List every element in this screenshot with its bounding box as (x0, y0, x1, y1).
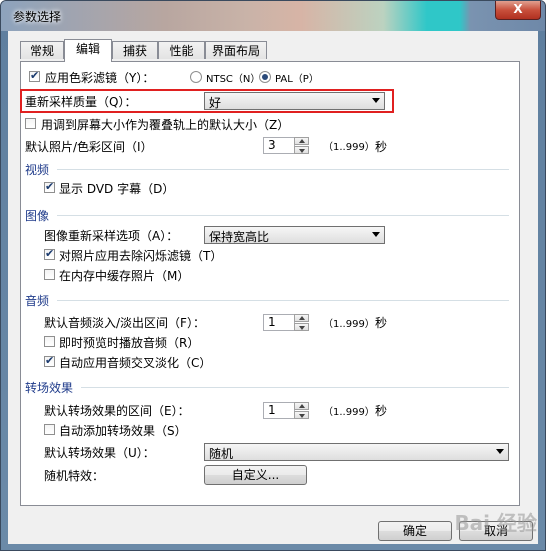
cache-photos-label: 在内存中缓存照片（M） (59, 269, 190, 283)
ntsc-radio[interactable] (190, 71, 202, 83)
resample-quality-label: 重新采样质量（Q）： (25, 95, 137, 109)
resample-quality-select[interactable]: 好 (204, 92, 385, 110)
dvd-subtitle-checkbox[interactable] (44, 180, 55, 193)
color-filter-checkbox[interactable] (29, 69, 40, 82)
spin-down-icon[interactable] (294, 323, 309, 331)
deflicker-label: 对照片应用去除闪烁滤镜（T） (59, 249, 223, 263)
preferences-dialog: 参数选择 X 常规 编辑 捕获 性能 界面布局 应用色彩滤镜（Y）： NTSC（… (0, 0, 546, 551)
transition-duration-input[interactable]: 1 (263, 402, 295, 419)
chevron-down-icon (372, 232, 380, 237)
close-button[interactable]: X (495, 1, 541, 20)
default-transition-label: 默认转场效果（U）： (44, 446, 155, 460)
fit-overlay-label: 用调到屏幕大小作为覆叠轨上的默认大小（Z） (41, 118, 290, 132)
photo-duration-stepper[interactable]: 3 (263, 137, 309, 154)
audio-fade-unit: 秒 (375, 316, 388, 330)
audio-fade-stepper[interactable]: 1 (263, 314, 309, 331)
photo-duration-range: （1..999） (323, 142, 375, 153)
spin-down-icon[interactable] (294, 146, 309, 154)
customize-button[interactable]: 自定义... (204, 465, 307, 485)
tab-capture[interactable]: 捕获 (112, 41, 158, 59)
window-title: 参数选择 (13, 10, 62, 24)
photo-duration-unit: 秒 (375, 140, 388, 154)
default-transition-value: 随机 (209, 447, 234, 461)
random-effects-label: 随机特效： (44, 469, 105, 483)
spin-up-icon[interactable] (294, 314, 309, 322)
dvd-subtitle-label: 显示 DVD 字幕（D） (59, 182, 175, 196)
auto-add-transition-label: 自动添加转场效果（S） (59, 424, 187, 438)
tab-interface-layout[interactable]: 界面布局 (205, 41, 267, 59)
video-group-divider (57, 169, 509, 170)
tab-general[interactable]: 常规 (20, 41, 64, 59)
tab-edit[interactable]: 编辑 (64, 39, 112, 62)
preview-audio-label: 即时预览时播放音频（R） (59, 336, 200, 350)
deflicker-checkbox[interactable] (44, 247, 55, 260)
auto-crossfade-checkbox[interactable] (44, 354, 55, 367)
auto-add-transition-checkbox[interactable] (44, 424, 55, 435)
watermark-logo: Bai 经验 (454, 511, 537, 535)
audio-fade-range: （1..999） (323, 319, 375, 330)
chevron-down-icon (372, 98, 380, 103)
audio-group-header: 音频 (25, 294, 50, 308)
spin-up-icon[interactable] (294, 402, 309, 410)
ntsc-label: NTSC（N） (206, 74, 261, 85)
video-group-header: 视频 (25, 163, 50, 177)
spin-down-icon[interactable] (294, 411, 309, 419)
audio-fade-input[interactable]: 1 (263, 314, 295, 331)
pal-label: PAL（P） (275, 74, 319, 85)
image-group-header: 图像 (25, 209, 50, 223)
transition-group-header: 转场效果 (25, 381, 74, 395)
chevron-down-icon (496, 449, 504, 454)
dialog-body: 常规 编辑 捕获 性能 界面布局 应用色彩滤镜（Y）： NTSC（N） PAL（… (8, 31, 538, 544)
tab-performance[interactable]: 性能 (158, 41, 205, 59)
auto-crossfade-label: 自动应用音频交叉淡化（C） (59, 356, 212, 370)
image-group-divider (57, 215, 509, 216)
resample-quality-value: 好 (209, 96, 222, 110)
title-bar[interactable]: 参数选择 X (1, 1, 545, 31)
transition-group-divider (81, 387, 509, 388)
audio-fade-label: 默认音频淡入/淡出区间（F）： (44, 316, 205, 330)
image-resample-value: 保持宽高比 (209, 230, 270, 244)
default-transition-select[interactable]: 随机 (204, 443, 509, 461)
pal-radio[interactable] (259, 71, 271, 83)
transition-duration-label: 默认转场效果的区间（E）： (44, 404, 190, 418)
spin-up-icon[interactable] (294, 137, 309, 145)
tab-panel-edit: 应用色彩滤镜（Y）： NTSC（N） PAL（P） 重新采样质量（Q）： 好 用… (20, 61, 520, 506)
photo-duration-input[interactable]: 3 (263, 137, 295, 154)
color-filter-label: 应用色彩滤镜（Y）： (45, 71, 155, 85)
transition-duration-unit: 秒 (375, 404, 388, 418)
ok-button[interactable]: 确定 (378, 521, 452, 541)
audio-group-divider (57, 300, 509, 301)
image-resample-label: 图像重新采样选项（A）： (44, 229, 179, 243)
transition-duration-stepper[interactable]: 1 (263, 402, 309, 419)
transition-duration-range: （1..999） (323, 407, 375, 418)
cache-photos-checkbox[interactable] (44, 269, 55, 280)
photo-duration-label: 默认照片/色彩区间（I） (25, 140, 153, 154)
image-resample-select[interactable]: 保持宽高比 (204, 226, 385, 244)
fit-overlay-checkbox[interactable] (25, 118, 36, 129)
preview-audio-checkbox[interactable] (44, 336, 55, 347)
